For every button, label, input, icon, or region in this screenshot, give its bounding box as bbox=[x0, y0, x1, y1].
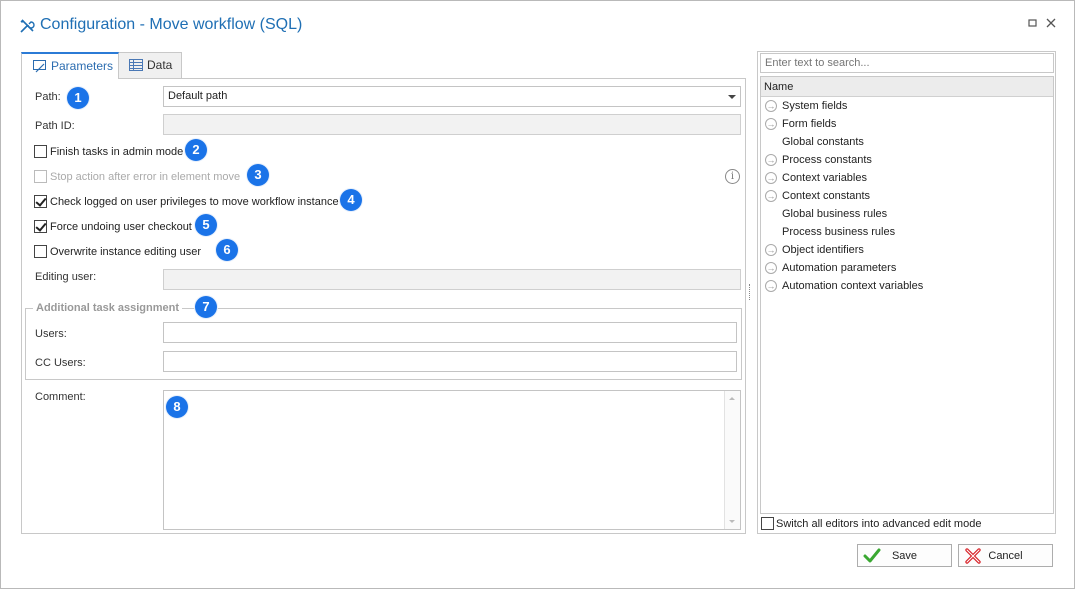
scroll-down-icon bbox=[729, 520, 735, 523]
maximize-icon[interactable] bbox=[1026, 17, 1040, 31]
path-select[interactable]: Default path bbox=[163, 86, 741, 107]
expand-arrow-icon[interactable]: → bbox=[765, 100, 777, 112]
additional-task-assignment-title: Additional task assignment bbox=[33, 302, 183, 314]
path-select-value: Default path bbox=[168, 90, 228, 102]
force-undo-checkbox[interactable] bbox=[34, 220, 47, 233]
callout-badge-8: 8 bbox=[166, 396, 188, 418]
tree-item-label: Global constants bbox=[782, 136, 864, 148]
callout-badge-4: 4 bbox=[340, 189, 362, 211]
tree-item-global-business-rules[interactable]: Global business rules bbox=[763, 207, 1043, 225]
comment-scrollbar[interactable] bbox=[724, 391, 740, 529]
tree-item-label: Object identifiers bbox=[782, 244, 864, 256]
tree-item-automation-parameters[interactable]: → Automation parameters bbox=[763, 261, 1043, 279]
users-field[interactable] bbox=[163, 322, 737, 343]
cancel-button[interactable]: Cancel bbox=[958, 544, 1053, 567]
expand-arrow-icon[interactable]: → bbox=[765, 172, 777, 184]
tree-item-global-constants[interactable]: Global constants bbox=[763, 135, 1043, 153]
path-id-field bbox=[163, 114, 741, 135]
force-undo-label: Force undoing user checkout bbox=[50, 221, 192, 233]
save-button[interactable]: Save bbox=[857, 544, 952, 567]
comment-label: Comment: bbox=[35, 391, 86, 403]
tab-parameters-label: Parameters bbox=[51, 59, 114, 73]
title-bar: Configuration - Move workflow (SQL) bbox=[1, 1, 1074, 45]
expand-arrow-icon[interactable]: → bbox=[765, 262, 777, 274]
tree-item-system-fields[interactable]: → System fields bbox=[763, 99, 1043, 117]
tree-item-label: Context variables bbox=[782, 172, 867, 184]
comment-textarea[interactable] bbox=[163, 390, 741, 530]
overwrite-editing-checkbox[interactable] bbox=[34, 245, 47, 258]
callout-badge-5: 5 bbox=[195, 214, 217, 236]
tree-item-label: Automation context variables bbox=[782, 280, 924, 292]
tree-item-process-constants[interactable]: → Process constants bbox=[763, 153, 1043, 171]
stop-action-checkbox bbox=[34, 170, 47, 183]
tree-item-form-fields[interactable]: → Form fields bbox=[763, 117, 1043, 135]
info-icon[interactable]: i bbox=[725, 169, 740, 184]
users-label: Users: bbox=[35, 328, 67, 340]
panel-splitter[interactable] bbox=[749, 284, 751, 300]
advanced-mode-label: Switch all editors into advanced edit mo… bbox=[776, 518, 982, 530]
tree-column-header[interactable]: Name bbox=[761, 77, 1053, 97]
callout-badge-7: 7 bbox=[195, 296, 217, 318]
cc-users-field[interactable] bbox=[163, 351, 737, 372]
check-privileges-checkbox[interactable] bbox=[34, 195, 47, 208]
tree-item-automation-context-variables[interactable]: → Automation context variables bbox=[763, 279, 1043, 297]
tree-item-label: Process business rules bbox=[782, 226, 896, 238]
finish-tasks-label: Finish tasks in admin mode bbox=[50, 146, 184, 158]
editing-user-field bbox=[163, 269, 741, 290]
tree-item-context-constants[interactable]: → Context constants bbox=[763, 189, 1043, 207]
tab-parameters[interactable]: Parameters bbox=[21, 52, 119, 79]
search-input[interactable] bbox=[760, 53, 1054, 73]
close-icon[interactable] bbox=[1044, 17, 1058, 31]
tab-data[interactable]: Data bbox=[118, 52, 182, 78]
data-table-icon bbox=[129, 59, 143, 71]
expand-arrow-icon[interactable]: → bbox=[765, 118, 777, 130]
scroll-up-icon bbox=[729, 397, 735, 400]
finish-tasks-checkbox[interactable] bbox=[34, 145, 47, 158]
editing-user-label: Editing user: bbox=[35, 271, 97, 283]
expand-arrow-icon[interactable]: → bbox=[765, 280, 777, 292]
expand-arrow-icon[interactable]: → bbox=[765, 154, 777, 166]
tools-icon bbox=[20, 19, 35, 33]
stop-action-label: Stop action after error in element move bbox=[50, 171, 241, 183]
callout-badge-1: 1 bbox=[67, 87, 89, 109]
save-button-label: Save bbox=[891, 550, 918, 562]
overwrite-editing-label: Overwrite instance editing user bbox=[50, 246, 202, 258]
cancel-button-label: Cancel bbox=[988, 550, 1023, 562]
expand-arrow-icon[interactable]: → bbox=[765, 244, 777, 256]
tree-item-object-identifiers[interactable]: → Object identifiers bbox=[763, 243, 1043, 261]
tree-item-label: System fields bbox=[782, 100, 848, 112]
variables-tree: Name → System fields → Form fields Globa… bbox=[760, 76, 1054, 514]
tree-item-label: Context constants bbox=[782, 190, 871, 202]
tree-item-label: Automation parameters bbox=[782, 262, 897, 274]
tab-data-label: Data bbox=[147, 58, 173, 72]
callout-badge-6: 6 bbox=[216, 239, 238, 261]
configuration-dialog: Configuration - Move workflow (SQL) Para… bbox=[0, 0, 1075, 589]
tree-item-label: Global business rules bbox=[782, 208, 888, 220]
dialog-title: Configuration - Move workflow (SQL) bbox=[40, 16, 303, 33]
tree-item-label: Form fields bbox=[782, 118, 837, 130]
tree-item-context-variables[interactable]: → Context variables bbox=[763, 171, 1043, 189]
check-privileges-label: Check logged on user privileges to move … bbox=[50, 196, 339, 208]
path-label: Path: bbox=[35, 91, 61, 103]
callout-badge-3: 3 bbox=[247, 164, 269, 186]
expand-arrow-icon[interactable]: → bbox=[765, 190, 777, 202]
advanced-mode-checkbox[interactable] bbox=[761, 517, 774, 530]
tree-item-label: Process constants bbox=[782, 154, 872, 166]
callout-badge-2: 2 bbox=[185, 139, 207, 161]
tree-item-process-business-rules[interactable]: Process business rules bbox=[763, 225, 1043, 243]
chevron-down-icon bbox=[728, 95, 736, 99]
cc-users-label: CC Users: bbox=[35, 357, 86, 369]
path-id-label: Path ID: bbox=[35, 120, 75, 132]
parameters-tab-icon bbox=[33, 60, 46, 73]
